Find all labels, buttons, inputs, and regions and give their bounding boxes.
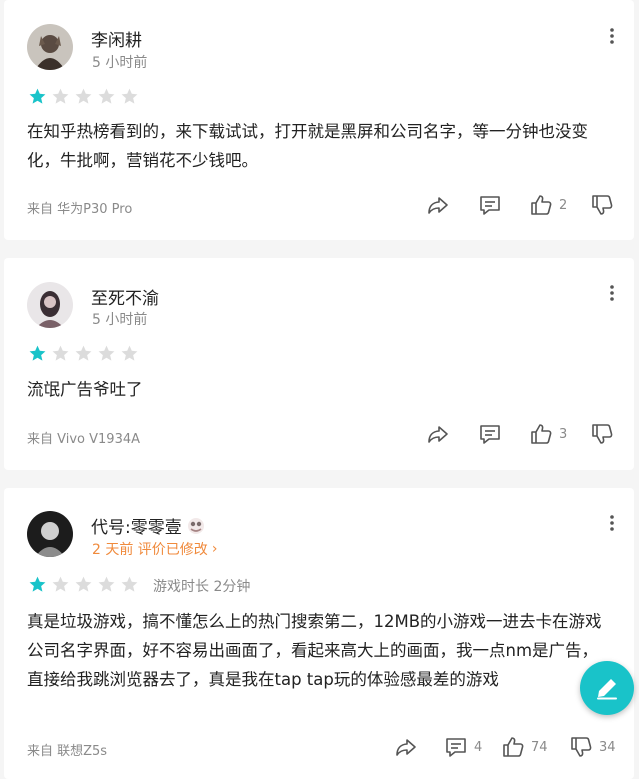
dislike-button[interactable]: 34	[569, 734, 616, 760]
more-vertical-icon[interactable]	[608, 27, 616, 45]
review-body: 流氓广告爷吐了	[27, 380, 143, 399]
comment-button[interactable]	[478, 192, 508, 218]
thumbs-up-icon	[503, 737, 524, 757]
star-empty-icon	[52, 88, 69, 104]
share-icon	[396, 739, 416, 756]
share-icon	[428, 426, 448, 443]
comment-icon	[480, 196, 500, 215]
star-empty-icon	[121, 345, 138, 361]
star-empty-icon	[52, 345, 69, 361]
comment-button[interactable]: 4	[444, 734, 482, 760]
star-empty-icon	[98, 576, 115, 592]
comment-button[interactable]	[478, 421, 508, 447]
like-button[interactable]: 74	[501, 734, 548, 760]
star-empty-icon	[121, 576, 138, 592]
comment-icon	[480, 425, 500, 444]
review-time-edited[interactable]: 2 天前 评价已修改 ›	[92, 539, 217, 559]
chevron-right-icon: ›	[211, 541, 218, 557]
username[interactable]: 李闲耕	[91, 26, 142, 51]
review-body: 在知乎热榜看到的，来下载试试，打开就是黑屏和公司名字，等一分钟也没变化，牛批啊，…	[27, 122, 588, 170]
dislike-count: 34	[599, 739, 616, 755]
avatar[interactable]	[27, 282, 73, 328]
dislike-button[interactable]	[590, 192, 620, 218]
review-actions: 4 74 34	[4, 734, 634, 760]
star-filled-icon	[29, 88, 46, 104]
username-text: 代号:零零壹	[91, 518, 182, 538]
star-rating	[28, 344, 139, 363]
star-empty-icon	[52, 576, 69, 592]
share-icon	[428, 197, 448, 214]
like-count: 3	[559, 426, 568, 442]
comment-icon	[446, 738, 466, 757]
comment-count: 4	[474, 739, 483, 755]
more-vertical-icon[interactable]	[608, 514, 616, 532]
star-rating	[28, 575, 139, 594]
review-actions: 2	[4, 192, 634, 218]
review-feed: 李闲耕 5 小时前 在知乎热榜看到的，来下载试试，打开就是黑屏和公司名字，等一分…	[0, 0, 639, 779]
star-empty-icon	[75, 576, 92, 592]
avatar[interactable]	[27, 24, 73, 70]
review-card: 至死不渝 5 小时前 流氓广告爷吐了 来自 Vivo V1934A 3	[4, 258, 634, 470]
share-button[interactable]	[426, 192, 450, 218]
star-empty-icon	[75, 345, 92, 361]
star-empty-icon	[121, 88, 138, 104]
share-button[interactable]	[426, 421, 450, 447]
thumbs-down-icon	[592, 195, 613, 215]
thumbs-down-icon	[592, 424, 613, 444]
avatar[interactable]	[27, 511, 73, 557]
review-body: 真是垃圾游戏，搞不懂怎么上的热门搜索第二，12MB的小游戏一进去卡在游戏公司名字…	[27, 612, 602, 689]
review-time: 2 天前 评价已修改	[92, 542, 208, 558]
star-empty-icon	[98, 88, 115, 104]
like-button[interactable]: 3	[529, 421, 567, 447]
username[interactable]: 至死不渝	[91, 284, 159, 309]
thumbs-up-icon	[531, 195, 552, 215]
review-card: 代号:零零壹 2 天前 评价已修改 › 游戏时长 2分钟 真是垃圾游戏，搞不懂怎…	[4, 488, 634, 779]
review-card: 李闲耕 5 小时前 在知乎热榜看到的，来下载试试，打开就是黑屏和公司名字，等一分…	[4, 0, 634, 240]
star-empty-icon	[75, 88, 92, 104]
dislike-button[interactable]	[590, 421, 620, 447]
thumbs-up-icon	[531, 424, 552, 444]
like-count: 74	[531, 739, 548, 755]
like-count: 2	[559, 197, 568, 213]
star-rating	[28, 87, 139, 106]
like-button[interactable]: 2	[529, 192, 567, 218]
review-actions: 3	[4, 421, 634, 447]
playtime: 游戏时长 2分钟	[153, 579, 251, 595]
write-review-icon	[597, 679, 617, 700]
thumbs-down-icon	[571, 737, 592, 757]
review-time: 5 小时前	[92, 55, 148, 71]
share-button[interactable]	[394, 734, 418, 760]
star-empty-icon	[98, 345, 115, 361]
user-badge-icon	[187, 517, 204, 534]
username[interactable]: 代号:零零壹	[91, 513, 206, 538]
star-filled-icon	[29, 576, 46, 592]
review-time: 5 小时前	[92, 312, 148, 328]
star-filled-icon	[29, 345, 46, 361]
more-vertical-icon[interactable]	[608, 284, 616, 302]
write-review-button[interactable]	[580, 661, 634, 715]
